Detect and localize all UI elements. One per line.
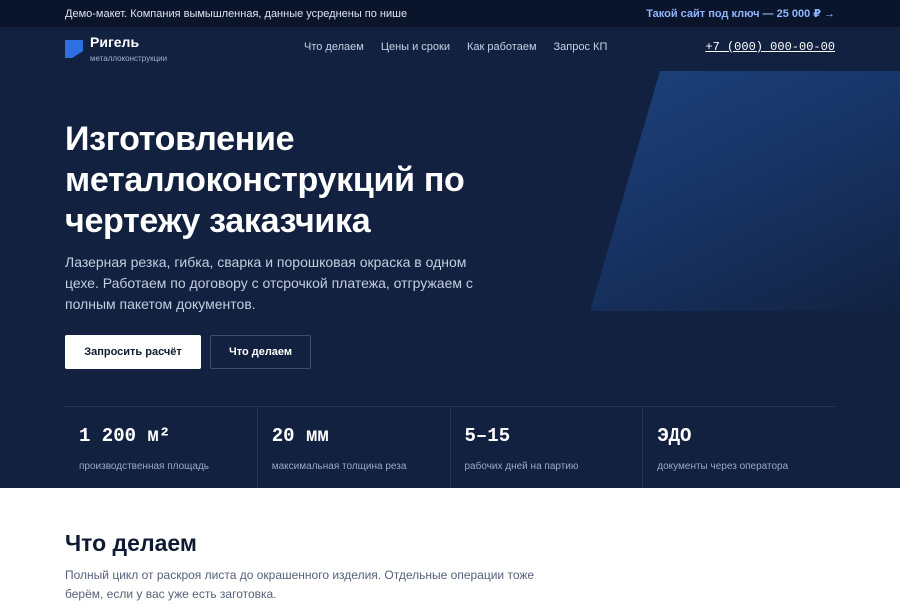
services-section-title: Что делаем [65,530,197,556]
stat-item: 5–15 рабочих дней на партию [451,407,644,488]
nav-item-quote-request[interactable]: Запрос КП [554,41,608,53]
phone-link[interactable]: +7 (000) 000-00-00 [705,40,835,54]
logo[interactable]: Ригель металлоконструкции [65,34,167,63]
stat-value: 1 200 м² [79,425,171,447]
logo-mark-icon [65,40,83,58]
stat-value: ЭДО [657,425,692,447]
stat-item: 20 мм максимальная толщина реза [258,407,451,488]
stat-value: 20 мм [271,425,329,447]
nav-item-prices[interactable]: Цены и сроки [381,41,450,53]
logo-subtitle: металлоконструкции [90,54,168,63]
stats-row: 1 200 м² производственная площадь 20 мм … [65,406,835,488]
top-announcement-bar: Демо-макет. Компания вымышленная, данные… [0,0,900,27]
promo-link[interactable]: Такой сайт под ключ — 25 000 ₽ → [646,7,835,20]
stat-label: максимальная толщина реза [271,461,407,472]
hero-subtitle: Лазерная резка, гибка, сварка и порошков… [65,254,473,312]
logo-name: Ригель [90,34,140,50]
main-nav: Что делаем Цены и сроки Как работаем Зап… [304,41,624,53]
services-button[interactable]: Что делаем [210,335,311,369]
nav-item-services[interactable]: Что делаем [304,41,364,53]
stat-label: производственная площадь [79,461,209,472]
stat-label: документы через оператора [657,461,789,472]
site-header: Ригель металлоконструкции Что делаем Цен… [65,34,835,68]
nav-item-process[interactable]: Как работаем [467,41,537,53]
hero-decorative-shape [590,71,900,311]
stat-value: 5–15 [464,425,511,447]
request-quote-button[interactable]: Запросить расчёт [65,335,201,369]
stat-label: рабочих дней на партию [464,461,579,472]
services-section-subtitle: Полный цикл от раскроя листа до окрашенн… [65,568,535,601]
demo-notice: Демо-макет. Компания вымышленная, данные… [65,7,408,20]
stat-item: 1 200 м² производственная площадь [65,407,258,488]
stat-item: ЭДО документы через оператора [643,407,835,488]
hero-title: Изготовление металлоконструкций по черте… [65,120,465,240]
